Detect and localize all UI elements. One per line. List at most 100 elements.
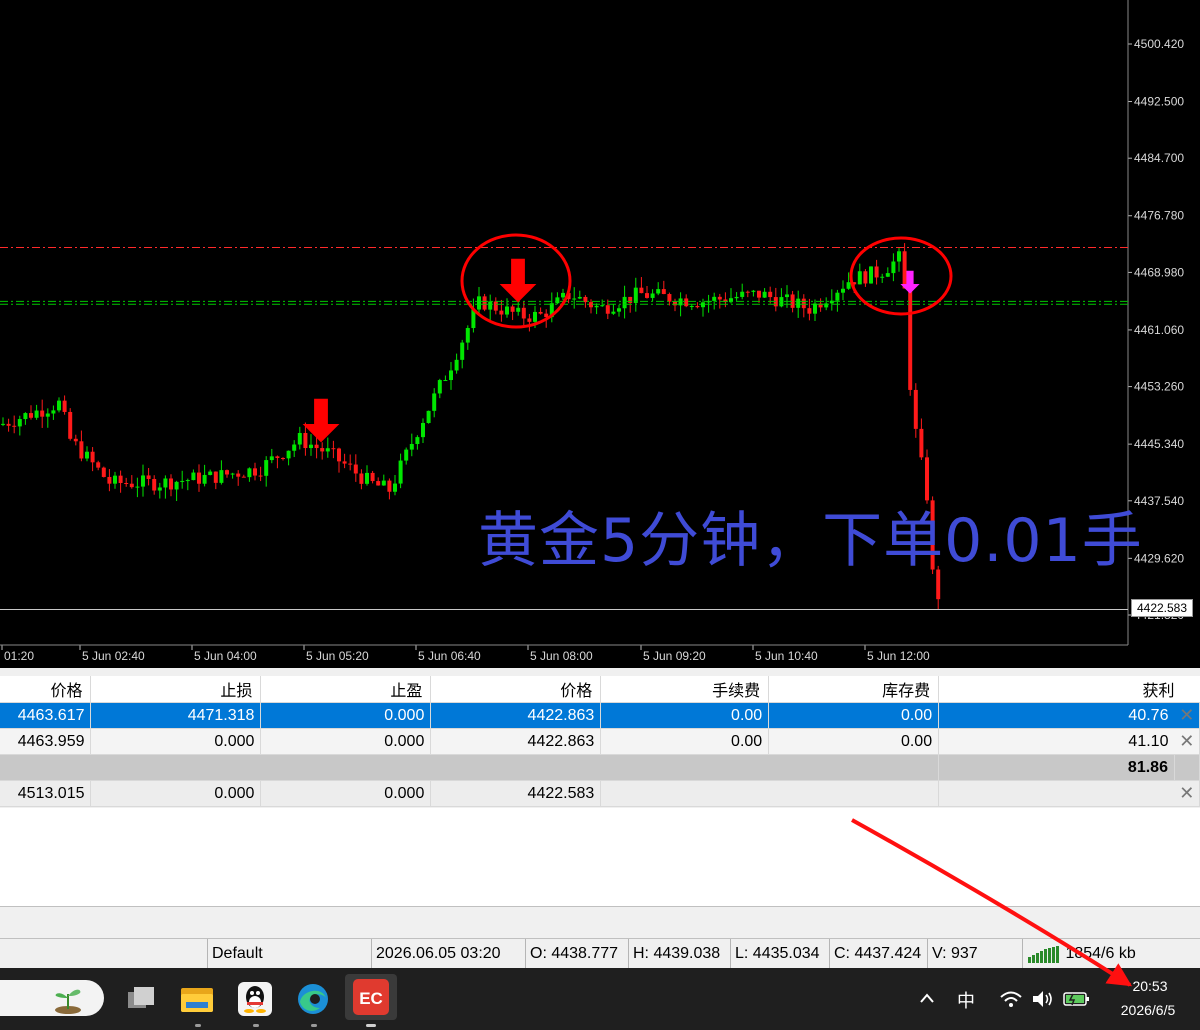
candle-body — [314, 444, 319, 449]
svg-text:EC: EC — [359, 989, 383, 1008]
candle-body — [661, 289, 666, 295]
candle-body — [432, 393, 437, 411]
col-open-price[interactable]: 价格 — [0, 676, 92, 703]
candle-body — [516, 307, 521, 312]
clock-date[interactable]: 2026/6/5 — [1108, 1002, 1188, 1018]
candle-body — [701, 302, 705, 308]
col-price[interactable]: 价格 — [430, 676, 602, 703]
status-traffic: 1854/6 kb — [1065, 945, 1136, 962]
stop-loss-cell[interactable]: 0.000 — [90, 780, 262, 807]
volume-icon[interactable] — [1030, 988, 1054, 1010]
candle-body — [286, 450, 291, 459]
total-profit: 81.86 — [938, 754, 1175, 781]
candle-body — [908, 288, 913, 390]
price-scale-label: 4476.780 — [1134, 209, 1184, 223]
battery-icon[interactable] — [1062, 988, 1092, 1010]
close-x-icon[interactable]: ✕ — [1174, 780, 1200, 807]
candle-body — [583, 296, 588, 303]
candle-body — [62, 400, 67, 412]
edge-icon[interactable] — [294, 980, 332, 1018]
sell-arrow-icon — [499, 258, 537, 303]
candle-body — [841, 288, 845, 293]
candle-body — [656, 289, 661, 294]
candle-body — [465, 328, 470, 343]
close-x-icon[interactable]: ✕ — [1174, 702, 1200, 729]
table-row[interactable]: 4463.959 0.000 0.000 4422.863 0.00 0.00 … — [0, 728, 1200, 755]
stop-loss-cell[interactable]: 0.000 — [90, 728, 262, 755]
clock-time[interactable]: 20:53 — [1120, 978, 1180, 994]
candle-body — [376, 481, 381, 486]
candle-body — [208, 471, 213, 475]
candle-body — [695, 306, 700, 308]
col-close — [1174, 676, 1200, 703]
candle-body — [303, 432, 308, 449]
close-x-icon[interactable]: ✕ — [1174, 728, 1200, 755]
qq-icon[interactable] — [236, 980, 274, 1018]
candle-body — [253, 468, 257, 476]
ec-app-icon[interactable]: EC — [345, 974, 397, 1020]
search-widget[interactable] — [0, 980, 104, 1016]
candle-body — [561, 292, 565, 298]
price-scale-label: 4492.500 — [1134, 95, 1184, 109]
candle-body — [622, 296, 627, 309]
candle-body — [337, 448, 341, 462]
status-profile[interactable]: Default — [207, 939, 372, 969]
ime-indicator[interactable]: 中 — [957, 987, 975, 1013]
candle-body — [734, 296, 739, 299]
candle-body — [762, 291, 767, 298]
time-scale-label: 01:20 — [4, 649, 34, 663]
candle-body — [365, 472, 369, 484]
chevron-up-icon[interactable] — [918, 990, 936, 1008]
time-scale-label: 5 Jun 10:40 — [755, 649, 818, 663]
candle-body — [572, 298, 577, 300]
table-empty-area — [0, 808, 1200, 906]
candle-body — [639, 287, 644, 294]
task-view-icon[interactable] — [122, 980, 160, 1018]
stop-loss-cell[interactable]: 4471.318 — [90, 702, 262, 729]
candle-body — [141, 475, 145, 487]
candle-body — [768, 291, 773, 298]
candle-body — [717, 296, 722, 300]
col-swap[interactable]: 库存费 — [768, 676, 940, 703]
candle-body — [443, 380, 448, 382]
candle-body — [846, 282, 851, 289]
candle-body — [874, 266, 879, 278]
time-scale-label: 5 Jun 12:00 — [867, 649, 930, 663]
candle-body — [880, 276, 885, 278]
candle-body — [913, 389, 918, 429]
candle-body — [611, 311, 616, 314]
status-close: C: 4437.424 — [829, 939, 929, 969]
status-connection[interactable]: 1854/6 kb — [1022, 939, 1197, 969]
current-price-tag: 4422.583 — [1131, 599, 1193, 617]
take-profit-cell[interactable]: 0.000 — [260, 780, 432, 807]
horizontal-scrollbar[interactable] — [0, 906, 1200, 937]
open-price-cell: 4463.617 — [0, 702, 92, 729]
candle-body — [185, 480, 190, 482]
candle-body — [919, 428, 924, 458]
candle-body — [426, 410, 431, 423]
candle-body — [521, 307, 526, 319]
take-profit-cell[interactable]: 0.000 — [260, 702, 432, 729]
col-commission[interactable]: 手续费 — [600, 676, 770, 703]
candle-body — [241, 476, 246, 478]
take-profit-cell[interactable]: 0.000 — [260, 728, 432, 755]
candle-body — [247, 468, 252, 478]
sell-arrow-icon — [302, 398, 340, 443]
col-stop-loss[interactable]: 止损 — [90, 676, 262, 703]
table-row[interactable]: 4463.617 4471.318 0.000 4422.863 0.00 0.… — [0, 702, 1200, 729]
table-row[interactable]: 4513.015 0.000 0.000 4422.583 ✕ — [0, 780, 1200, 807]
wifi-icon[interactable] — [998, 988, 1024, 1010]
chart-overlay-text: 黄金5分钟，下单0.01手 — [478, 506, 1143, 576]
commission-cell: 0.00 — [600, 702, 770, 729]
candle-body — [34, 410, 39, 418]
candle-body — [213, 471, 218, 483]
file-explorer-icon[interactable] — [178, 980, 216, 1018]
price-chart[interactable]: 4500.420 4492.500 4484.700 4476.780 4468.980… — [0, 0, 1200, 668]
candle-body — [477, 296, 481, 310]
candle-body — [45, 413, 50, 417]
candle-body — [493, 301, 498, 311]
candle-body — [342, 461, 347, 464]
col-profit[interactable]: 获利 — [938, 676, 1175, 703]
col-take-profit[interactable]: 止盈 — [260, 676, 432, 703]
candle-body — [667, 294, 672, 302]
